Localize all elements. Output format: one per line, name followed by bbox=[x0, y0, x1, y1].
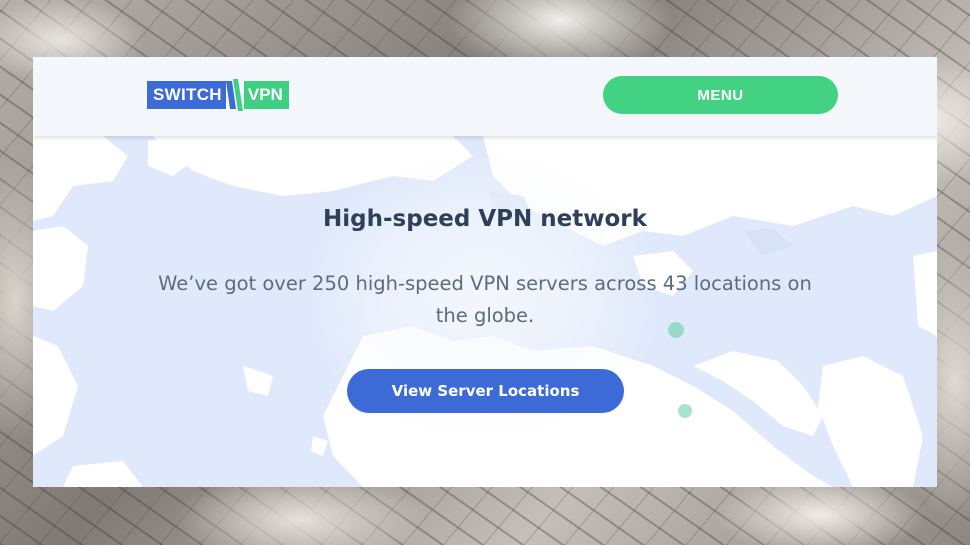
site-header: SWITCH VPN MENU bbox=[33, 57, 937, 136]
logo-switch-text: SWITCH bbox=[147, 81, 226, 109]
hero-title: High-speed VPN network bbox=[323, 206, 647, 232]
website-panel: SWITCH VPN MENU High-speed VPN network W… bbox=[33, 57, 937, 487]
switchvpn-logo[interactable]: SWITCH VPN bbox=[147, 74, 289, 116]
hero-content: High-speed VPN network We’ve got over 25… bbox=[33, 136, 937, 487]
menu-button[interactable]: MENU bbox=[603, 76, 838, 114]
network-hero: High-speed VPN network We’ve got over 25… bbox=[33, 136, 937, 487]
logo-vpn-text: VPN bbox=[243, 81, 289, 109]
hero-description: We’ve got over 250 high-speed VPN server… bbox=[158, 272, 812, 327]
logo-slash-icon bbox=[225, 79, 243, 111]
view-server-locations-button[interactable]: View Server Locations bbox=[347, 369, 624, 413]
